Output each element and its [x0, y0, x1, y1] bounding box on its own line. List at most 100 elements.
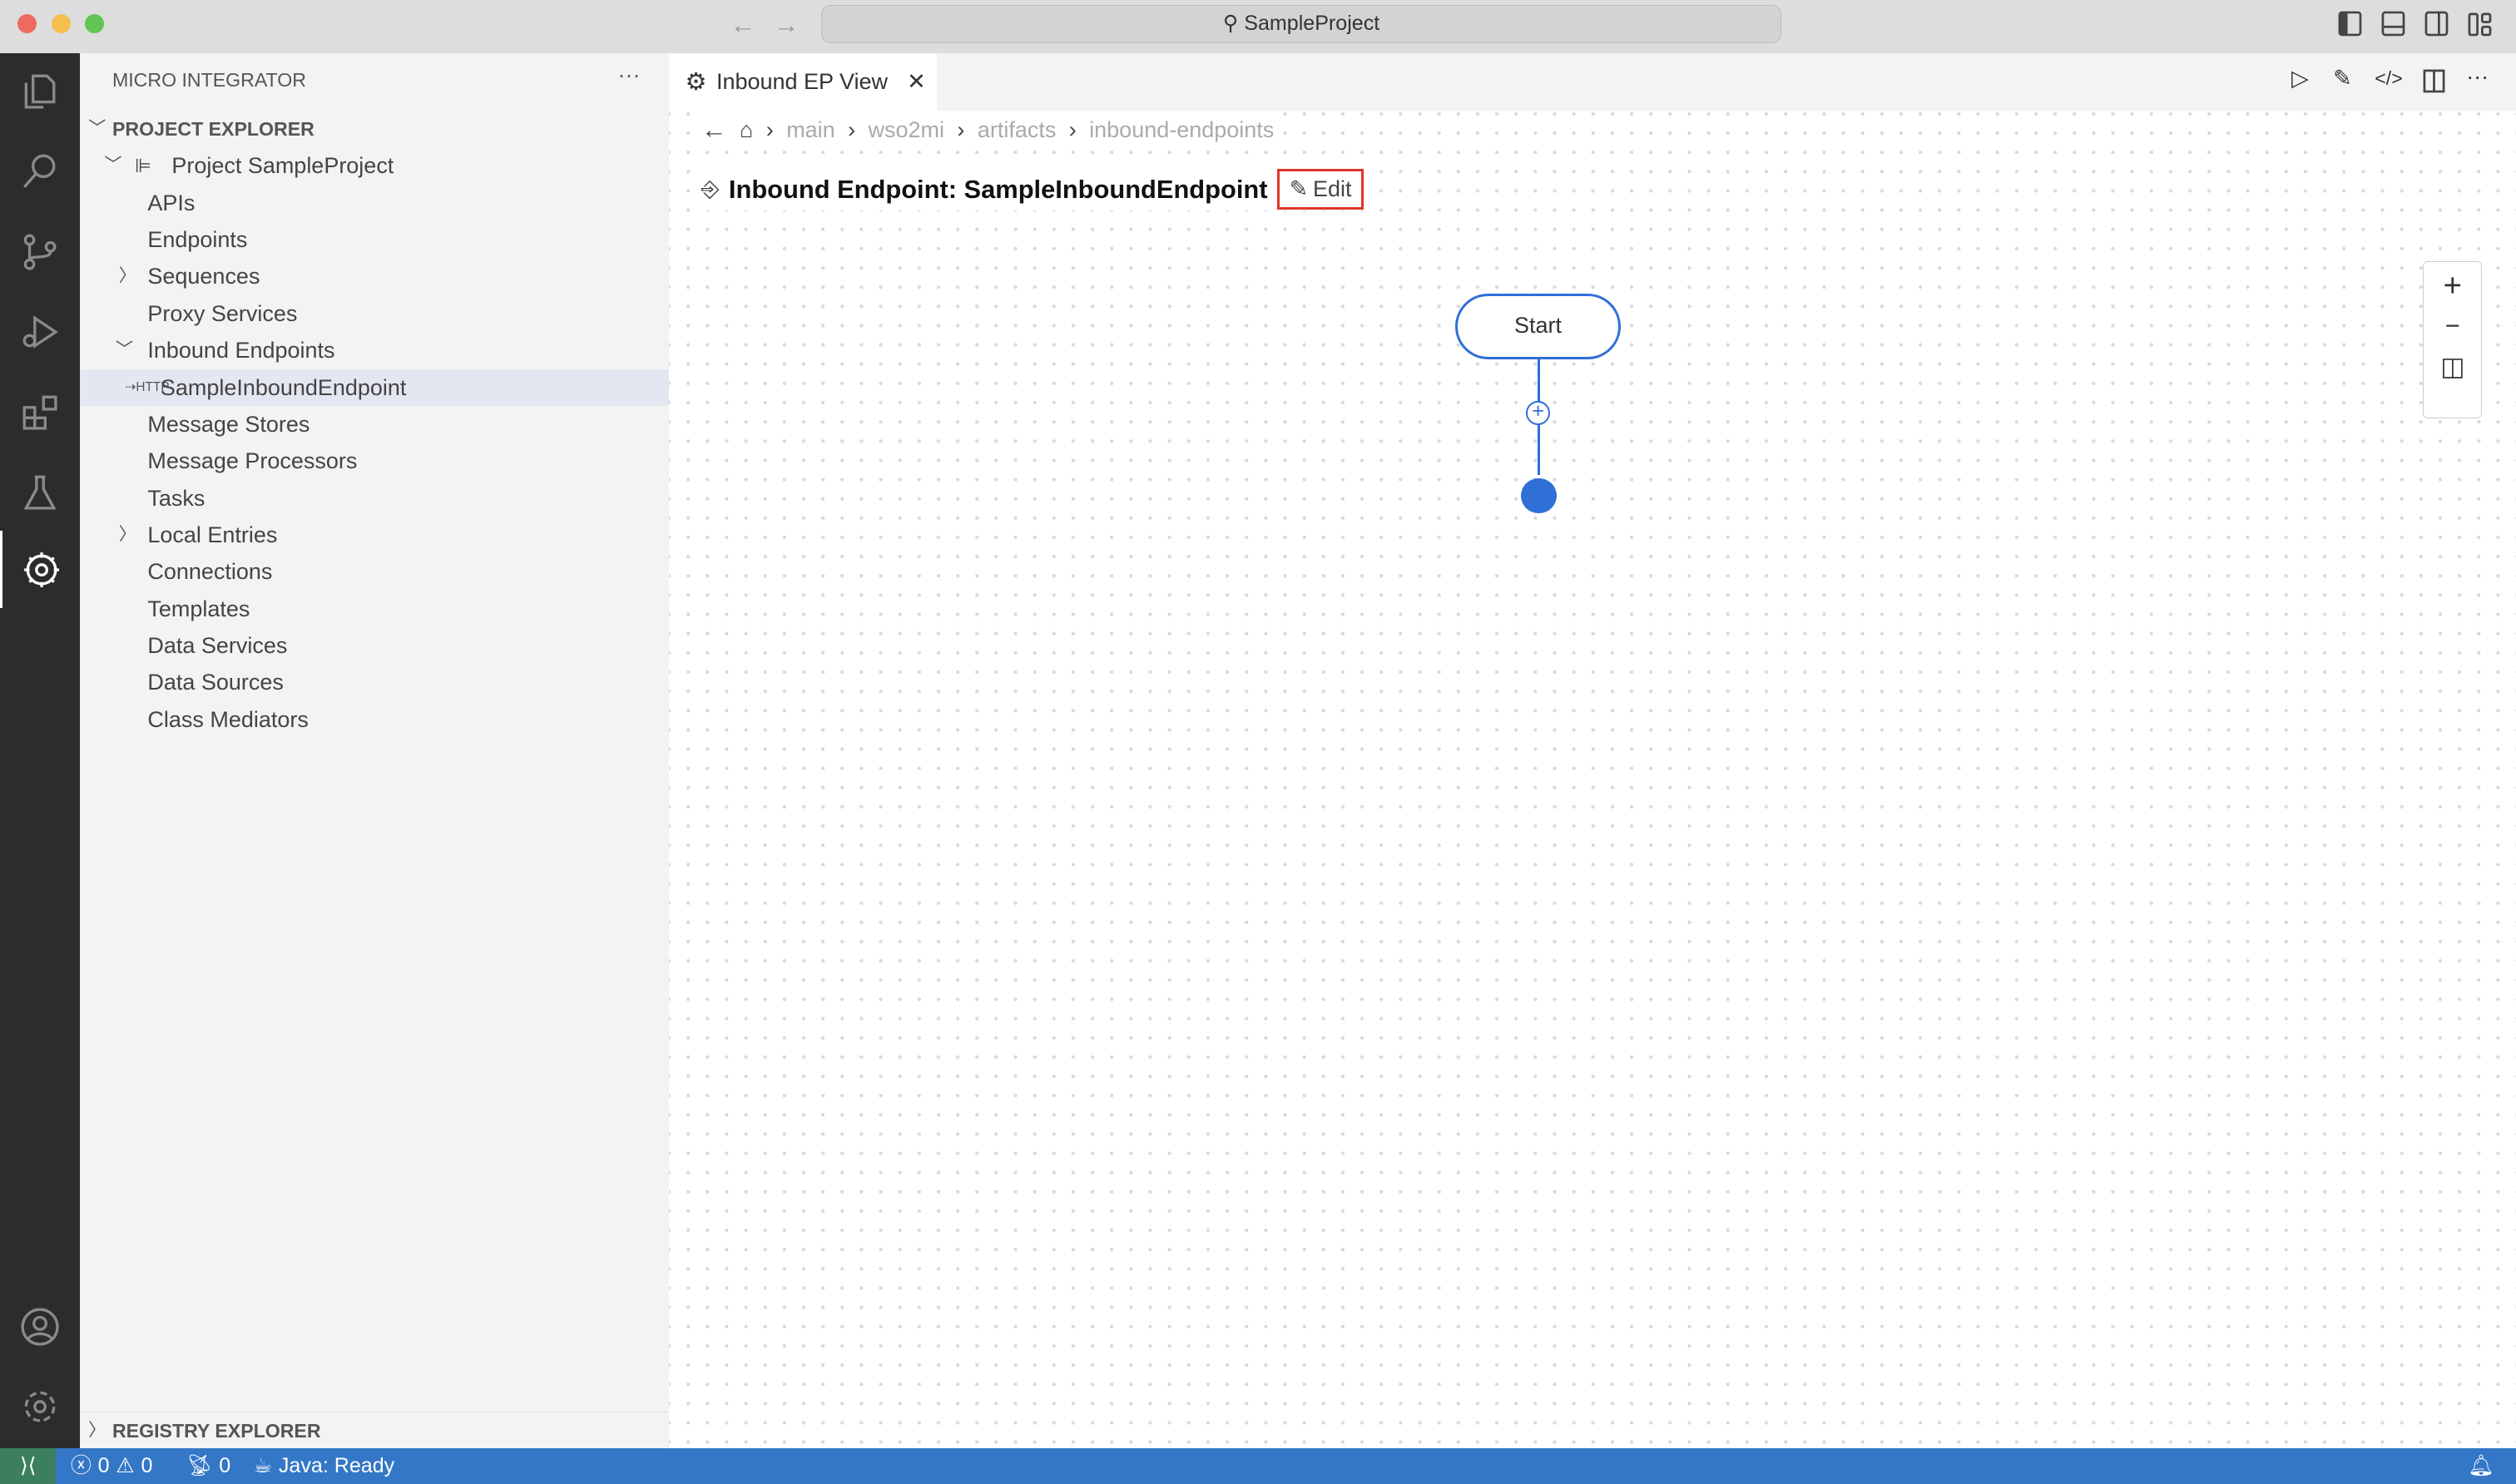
maximize-window-button[interactable] [85, 14, 105, 34]
start-node[interactable]: Start [1455, 293, 1621, 359]
coffee-icon: ☕︎ [253, 1454, 273, 1478]
tree-item-data-services[interactable]: Data Services [80, 627, 669, 664]
tree-item-data-sources[interactable]: Data Sources [80, 664, 669, 700]
sidebar-title: MICRO INTEGRATOR [111, 68, 306, 91]
gear-icon: ⚙ [685, 68, 707, 96]
sidebar: MICRO INTEGRATOR ··· ﹀ PROJECT EXPLORER ﹀… [80, 52, 670, 1449]
section-label: PROJECT EXPLORER [111, 118, 314, 141]
broadcast-icon: 📡︎ [186, 1454, 213, 1478]
split-editor-icon[interactable] [2423, 69, 2445, 95]
settings-gear-icon[interactable] [0, 1368, 80, 1446]
tree-item-proxy-services[interactable]: Proxy Services [80, 295, 669, 332]
tree-label: Connections [147, 559, 273, 585]
java-status[interactable]: ☕︎ Java: Ready [254, 1448, 394, 1483]
section-label: REGISTRY EXPLORER [111, 1420, 321, 1442]
problems-indicator[interactable]: ⓧ 0 ⚠ 0 [71, 1448, 153, 1483]
toggle-secondary-sidebar-icon[interactable] [2424, 11, 2450, 37]
extensions-icon[interactable] [0, 373, 80, 451]
breadcrumb-item[interactable]: artifacts [978, 117, 1056, 143]
edit-label: Edit [1313, 176, 1352, 202]
magic-edit-icon[interactable]: ✎ [2333, 66, 2352, 92]
command-center-search[interactable]: ⚲ SampleProject [821, 4, 1781, 44]
title-bar: ← → ⚲ SampleProject [0, 0, 2516, 53]
tree-item-tasks[interactable]: Tasks [80, 480, 669, 517]
tree-item-project[interactable]: ﹀ ⊫ Project SampleProject [80, 147, 669, 184]
tree-item-endpoints[interactable]: Endpoints [80, 221, 669, 258]
page-title: Inbound Endpoint: SampleInboundEndpoint [728, 174, 1268, 204]
diagram-canvas[interactable]: ← ⌂ › main › wso2mi › artifacts › inbound-en… [669, 111, 2516, 1449]
warning-icon: ⚠ [116, 1454, 135, 1478]
tree-item-class-mediators[interactable]: Class Mediators [80, 701, 669, 738]
tree-item-connections[interactable]: Connections [80, 553, 669, 590]
more-actions-icon[interactable]: ··· [2466, 64, 2489, 90]
tree-item-inbound-endpoints[interactable]: ﹀ Inbound Endpoints [80, 332, 669, 369]
close-tab-icon[interactable]: ✕ [907, 69, 926, 95]
fit-screen-button[interactable]: ◫ [2424, 343, 2481, 391]
back-arrow-icon[interactable]: ← [701, 115, 727, 145]
tree-label: Local Entries [147, 522, 278, 547]
ports-indicator[interactable]: 📡︎ 0 [186, 1448, 230, 1483]
tree-label: Tasks [147, 485, 206, 511]
toggle-primary-sidebar-icon[interactable] [2338, 11, 2364, 37]
tree-label: Data Services [147, 633, 288, 659]
error-count: 0 [97, 1454, 110, 1478]
tree-item-sample-inbound-endpoint[interactable]: ⇢HTTP SampleInboundEndpoint [80, 369, 670, 406]
back-arrow-icon[interactable]: ← [730, 10, 755, 40]
search-icon[interactable] [0, 133, 80, 210]
breadcrumb-item[interactable]: inbound-endpoints [1089, 117, 1274, 143]
tree-item-message-processors[interactable]: Message Processors [80, 443, 669, 479]
notifications-bell-icon[interactable]: 🔔︎ [2468, 1448, 2494, 1483]
tree-item-templates[interactable]: Templates [80, 591, 669, 627]
tree-label: Sequences [147, 264, 260, 289]
run-debug-icon[interactable] [0, 294, 80, 371]
tree-label: Endpoints [147, 227, 248, 253]
remote-indicator-icon[interactable]: ⟩⟨ [0, 1448, 57, 1484]
close-window-button[interactable] [17, 14, 37, 34]
activity-bar [0, 52, 81, 1449]
forward-arrow-icon[interactable]: → [774, 10, 800, 40]
customize-layout-icon[interactable] [2468, 11, 2494, 37]
tree-item-apis[interactable]: APIs [80, 185, 669, 221]
breadcrumb-item[interactable]: main [786, 117, 835, 143]
zoom-controls: + − ◫ [2423, 261, 2483, 419]
tree-label: Project SampleProject [171, 153, 394, 179]
tree-label: SampleInboundEndpoint [160, 374, 407, 400]
tab-inbound-ep-view[interactable]: ⚙ Inbound EP View ✕ [669, 52, 938, 111]
zoom-out-button[interactable]: − [2424, 310, 2481, 343]
tree-label: Message Stores [147, 411, 310, 437]
ports-count: 0 [219, 1454, 231, 1478]
tree-label: Proxy Services [147, 300, 298, 326]
tree-item-message-stores[interactable]: Message Stores [80, 406, 669, 443]
tree-label: Templates [147, 596, 250, 621]
run-icon[interactable]: ▷ [2291, 66, 2309, 92]
source-code-icon[interactable]: </> [2375, 67, 2402, 90]
project-icon: ⊫ [134, 155, 152, 177]
tree-item-sequences[interactable]: 〉 Sequences [80, 258, 669, 294]
search-icon: ⚲ [1222, 11, 1245, 35]
editor-tab-bar: ⚙ Inbound EP View ✕ ▷ ✎ </> ··· [669, 52, 2516, 111]
toggle-panel-icon[interactable] [2381, 11, 2407, 37]
home-icon[interactable]: ⌂ [740, 117, 753, 143]
zoom-in-button[interactable]: + [2424, 262, 2481, 310]
tree-label: Class Mediators [147, 706, 309, 732]
registry-explorer-header[interactable]: 〉 REGISTRY EXPLORER [80, 1412, 670, 1448]
more-actions-icon[interactable]: ··· [617, 62, 640, 88]
source-control-icon[interactable] [0, 213, 80, 290]
account-icon[interactable] [0, 1289, 80, 1366]
breadcrumb: ← ⌂ › main › wso2mi › artifacts › inbound-en… [701, 111, 1275, 150]
search-label: SampleProject [1244, 11, 1380, 35]
add-node-button[interactable]: + [1526, 401, 1550, 426]
edit-button[interactable]: ✎ Edit [1277, 169, 1364, 210]
inbound-icon: ⎆ [701, 176, 720, 201]
end-node [1521, 477, 1557, 514]
testing-icon[interactable] [0, 454, 80, 532]
java-status-label: Java: Ready [278, 1454, 395, 1478]
minimize-window-button[interactable] [51, 14, 71, 34]
tree-label: Inbound Endpoints [147, 338, 335, 364]
explorer-icon[interactable] [0, 53, 80, 131]
tree-item-local-entries[interactable]: 〉 Local Entries [80, 517, 669, 553]
tree-label: Data Sources [147, 670, 284, 695]
micro-integrator-icon[interactable] [0, 531, 80, 608]
breadcrumb-item[interactable]: wso2mi [869, 117, 944, 143]
project-explorer-header[interactable]: ﹀ PROJECT EXPLORER [80, 111, 669, 147]
